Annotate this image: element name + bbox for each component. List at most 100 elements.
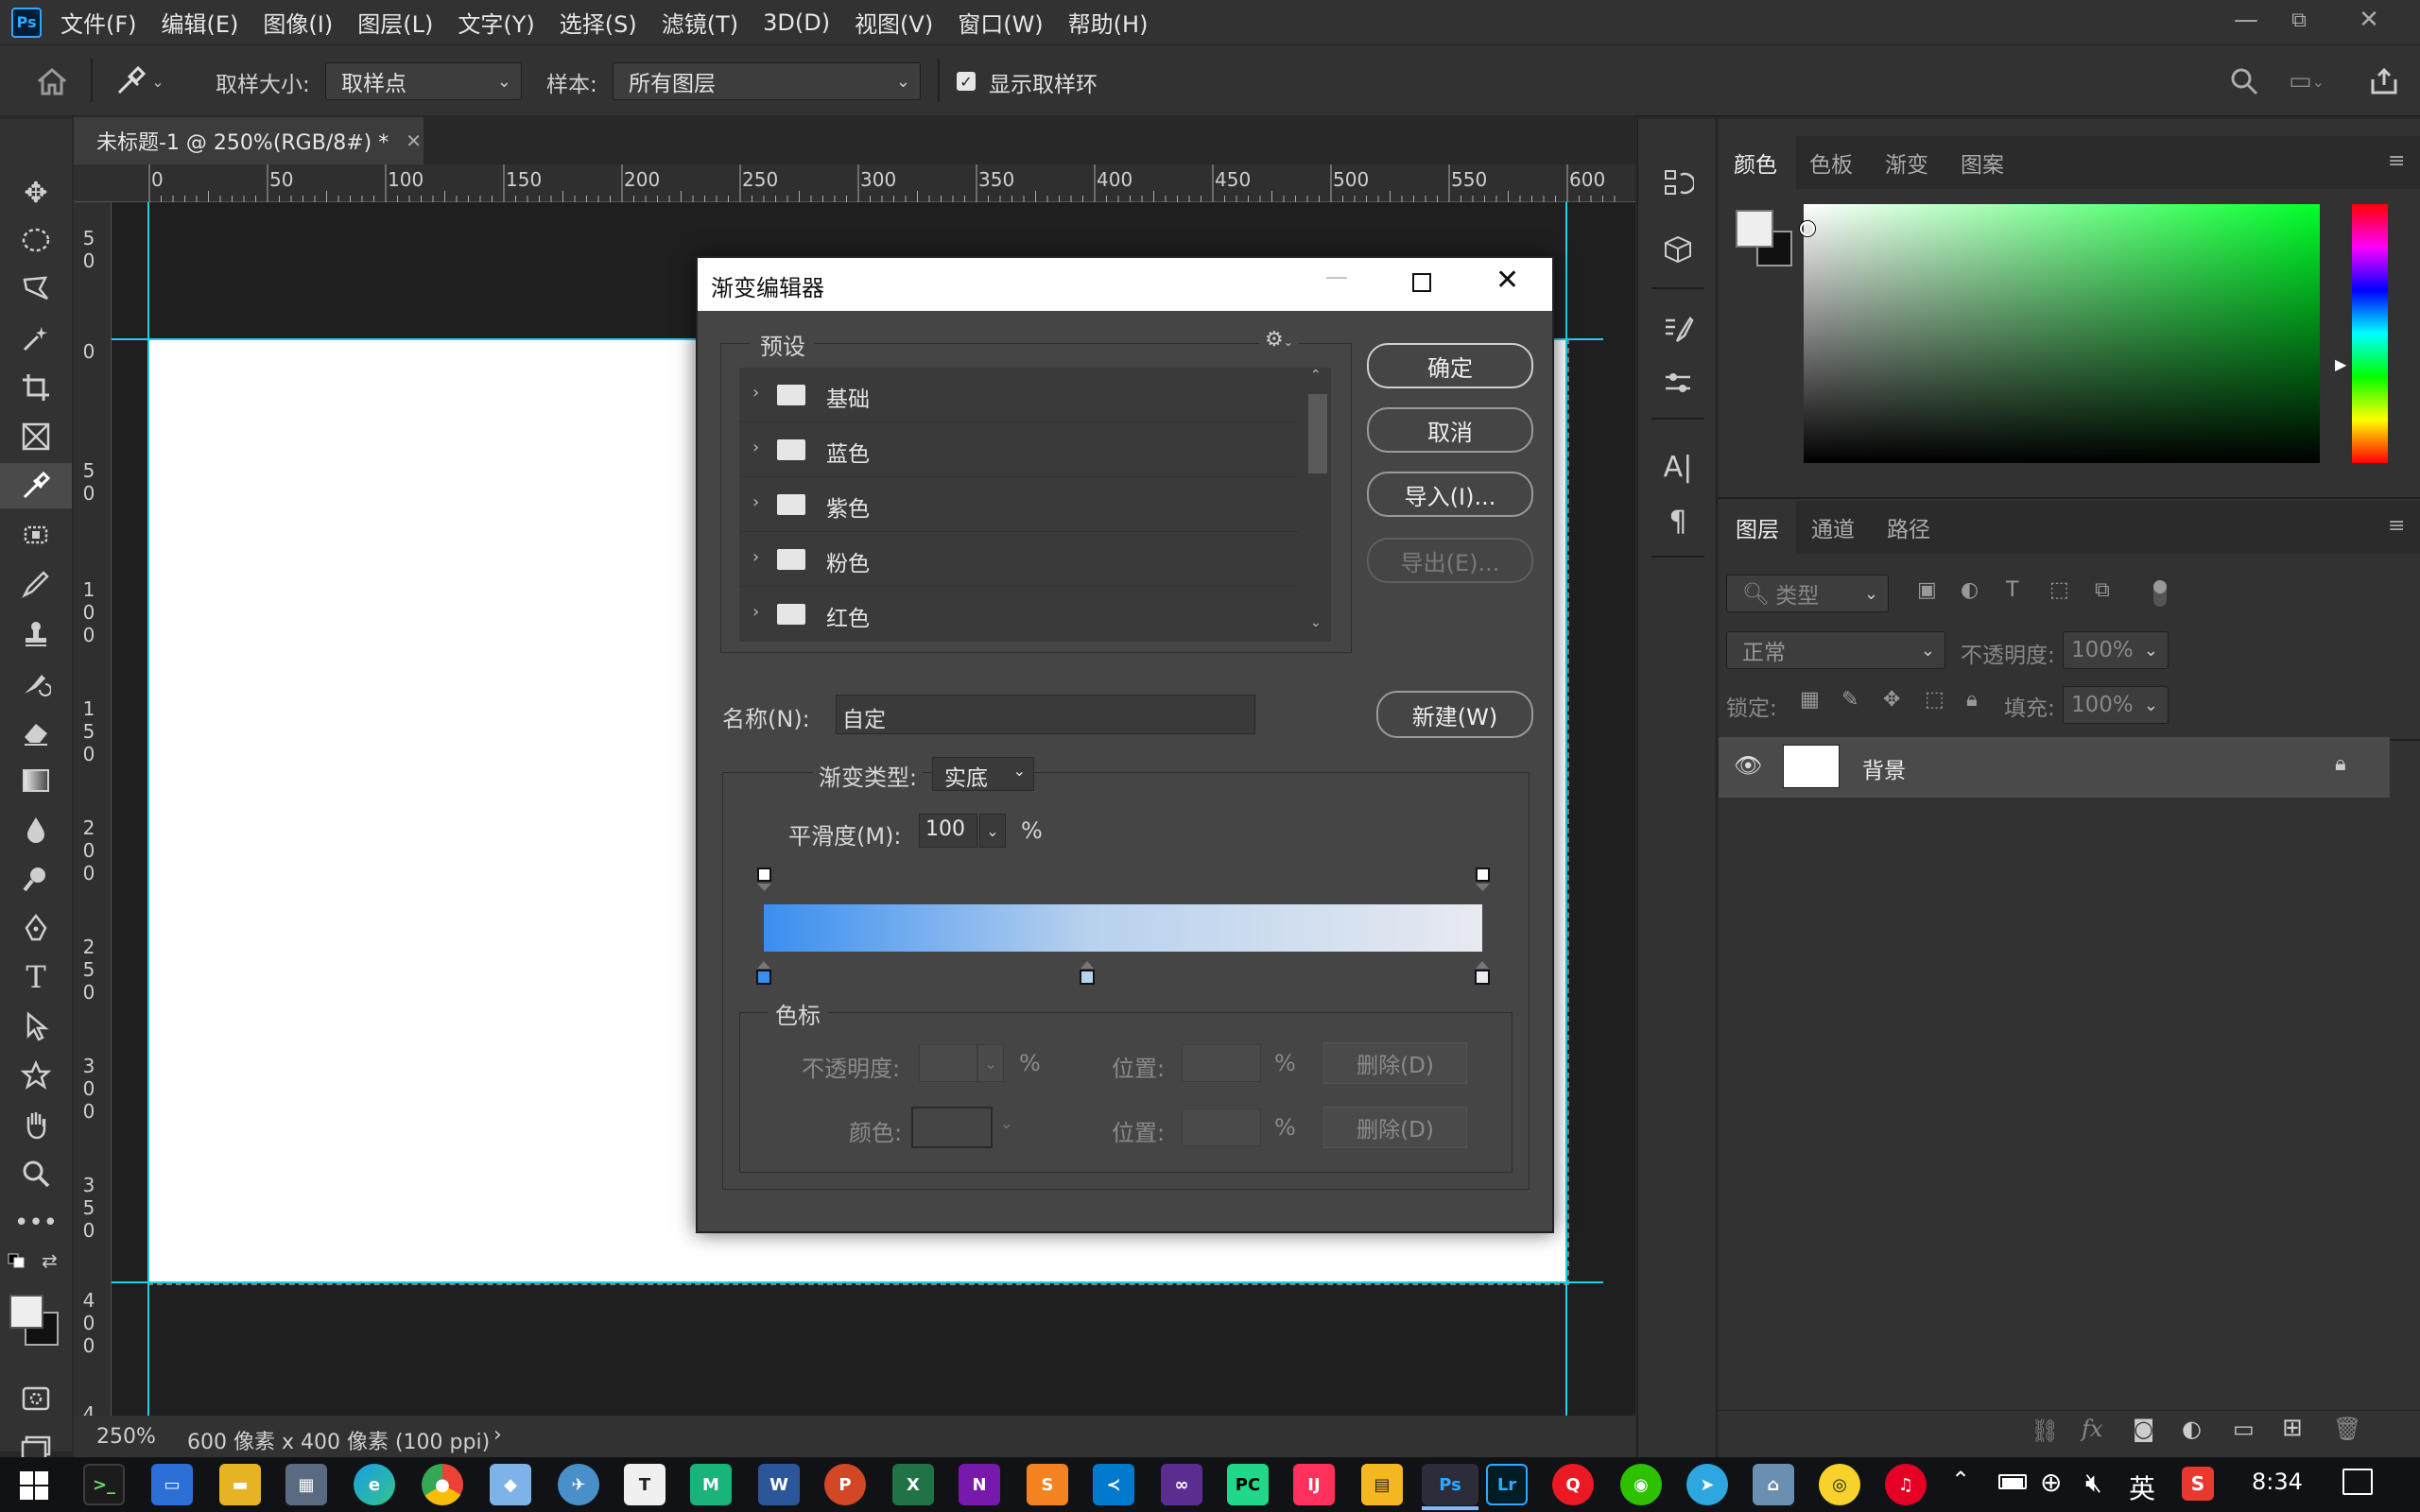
zoom-tool-icon[interactable] xyxy=(0,1151,72,1196)
file-explorer-app-icon[interactable]: ▬ xyxy=(219,1464,261,1505)
sample-size-select[interactable]: 取样点 ⌄ xyxy=(325,62,522,100)
smoothness-input[interactable]: 100 xyxy=(919,814,977,848)
panel-menu-icon[interactable]: ≡ xyxy=(2388,514,2405,538)
tab-gradients[interactable]: 渐变 xyxy=(1885,136,1928,189)
qq-app-icon[interactable]: Q xyxy=(1552,1464,1594,1505)
network-globe-icon[interactable]: ⊕ xyxy=(2040,1467,2062,1498)
tab-color[interactable]: 颜色 xyxy=(1734,136,1777,189)
chevron-right-icon[interactable]: › xyxy=(752,547,759,567)
tab-layers[interactable]: 图层 xyxy=(1736,501,1779,554)
quick-mask-icon[interactable] xyxy=(0,1376,72,1421)
history-panel-icon[interactable] xyxy=(1638,157,1718,210)
menu-filter[interactable]: 滤镜(T) xyxy=(662,6,738,39)
import-button[interactable]: 导入(I)... xyxy=(1367,472,1533,517)
add-mask-icon[interactable]: ◙ xyxy=(2133,1416,2154,1442)
swap-colors-icon[interactable]: ⇄ xyxy=(42,1249,58,1272)
preset-folder[interactable]: › 粉色 xyxy=(739,532,1299,587)
intellij-app-icon[interactable]: IJ xyxy=(1293,1464,1335,1505)
scroll-up-icon[interactable]: ⌃ xyxy=(1310,368,1322,383)
presets-list[interactable]: › 基础 › 蓝色 › 紫色 › 粉色 › 红色 ⌃ ⌄ xyxy=(739,368,1331,642)
path-selection-tool-icon[interactable] xyxy=(0,1004,72,1049)
lightroom-app-icon[interactable]: Lr xyxy=(1486,1464,1528,1505)
music-app-icon[interactable]: ♫ xyxy=(1885,1464,1927,1505)
cancel-button[interactable]: 取消 xyxy=(1367,407,1533,453)
store-app-icon[interactable]: ⌂ xyxy=(1753,1464,1794,1505)
battery-icon[interactable] xyxy=(1998,1474,2027,1489)
chrome-browser-app-icon[interactable]: ● xyxy=(422,1464,463,1505)
menu-3d[interactable]: 3D(D) xyxy=(763,9,830,36)
telegram-app-icon[interactable]: ➤ xyxy=(1686,1464,1728,1505)
custom-shape-tool-icon[interactable] xyxy=(0,1053,72,1098)
vscode-app-icon[interactable]: ≺ xyxy=(1093,1464,1134,1505)
history-brush-tool-icon[interactable] xyxy=(0,660,72,705)
menu-layer[interactable]: 图层(L) xyxy=(357,6,433,39)
gradient-preview-bar[interactable] xyxy=(764,904,1482,952)
opacity-stop-left[interactable] xyxy=(757,868,771,891)
blur-tool-icon[interactable] xyxy=(0,807,72,852)
share-icon[interactable] xyxy=(2363,60,2405,102)
tab-swatches[interactable]: 色板 xyxy=(1809,136,1853,189)
color-field[interactable] xyxy=(1804,204,2320,463)
color-stop[interactable] xyxy=(1080,961,1095,985)
lock-all-icon[interactable]: 🔒︎ xyxy=(1966,688,1978,712)
notification-center-icon[interactable] xyxy=(2342,1469,2373,1495)
volume-muted-icon[interactable]: 🔇︎ xyxy=(2085,1467,2102,1499)
remote-desktop-app-icon[interactable]: ▭ xyxy=(151,1464,193,1505)
tab-patterns[interactable]: 图案 xyxy=(1961,136,2004,189)
close-tab-icon[interactable]: ✕ xyxy=(406,129,422,152)
guide-line[interactable] xyxy=(147,202,149,1416)
menu-type[interactable]: 文字(Y) xyxy=(458,6,534,39)
new-layer-icon[interactable]: ⊞ xyxy=(2282,1414,2303,1442)
more-tools-icon[interactable]: ••• xyxy=(0,1200,72,1246)
dialog-close-icon[interactable]: ✕ xyxy=(1495,264,1519,297)
dodge-tool-icon[interactable] xyxy=(0,856,72,902)
color-picker-cursor[interactable] xyxy=(1800,221,1815,236)
preset-folder[interactable]: › 红色 xyxy=(739,587,1299,642)
menu-edit[interactable]: 编辑(E) xyxy=(162,6,239,39)
pycharm-app-icon[interactable]: PC xyxy=(1227,1464,1269,1505)
name-input[interactable]: 自定 xyxy=(836,695,1255,734)
notebook-app-icon[interactable]: ▤ xyxy=(1361,1464,1403,1505)
dialog-minimize-icon[interactable]: — xyxy=(1325,264,1348,290)
menu-help[interactable]: 帮助(H) xyxy=(1068,6,1149,39)
layer-row-background[interactable]: 👁︎ 背景 🔒︎ xyxy=(1719,737,2390,798)
dialog-title-bar[interactable]: 渐变编辑器 — ✕ xyxy=(698,258,1552,311)
new-button[interactable]: 新建(W) xyxy=(1376,691,1533,738)
chevron-right-icon[interactable]: › xyxy=(752,438,759,457)
menu-view[interactable]: 视图(V) xyxy=(855,6,933,39)
filter-shape-icon[interactable]: ⬚ xyxy=(2049,578,2069,602)
opacity-stop-right[interactable] xyxy=(1476,868,1490,891)
chevron-right-icon[interactable]: › xyxy=(752,383,759,403)
visual-studio-app-icon[interactable]: ∞ xyxy=(1161,1464,1202,1505)
eyedropper-tool-icon[interactable] xyxy=(0,463,72,508)
filter-type-icon[interactable]: T xyxy=(2006,578,2018,602)
color-stops-row[interactable] xyxy=(735,957,1511,1005)
notes-app-icon[interactable]: ◆ xyxy=(490,1464,531,1505)
scrollbar-thumb[interactable] xyxy=(1308,394,1327,473)
new-group-icon[interactable]: ▭ xyxy=(2233,1416,2255,1442)
frame-tool-icon[interactable] xyxy=(0,414,72,459)
gradient-tool-icon[interactable] xyxy=(0,758,72,803)
preset-folder[interactable]: › 紫色 xyxy=(739,477,1299,532)
crop-tool-icon[interactable] xyxy=(0,365,72,410)
filter-adjustment-icon[interactable]: ◐ xyxy=(1961,578,1979,602)
opacity-input[interactable]: 100% ⌄ xyxy=(2063,631,2169,669)
guide-line[interactable] xyxy=(1565,202,1567,1416)
calculator-app-icon[interactable]: ▦ xyxy=(285,1464,327,1505)
clone-stamp-tool-icon[interactable] xyxy=(0,610,72,656)
filter-smart-object-icon[interactable]: ⧉ xyxy=(2095,578,2110,602)
mindmap-app-icon[interactable]: M xyxy=(690,1464,732,1505)
lock-transparent-icon[interactable]: ▦ xyxy=(1800,688,1820,712)
dialog-maximize-icon[interactable] xyxy=(1412,273,1431,292)
fill-input[interactable]: 100% ⌄ xyxy=(2063,686,2169,724)
brush-settings-icon[interactable] xyxy=(1638,302,1718,355)
lock-position-icon[interactable]: ✥ xyxy=(1883,688,1900,712)
presets-scrollbar[interactable]: ⌃ ⌄ xyxy=(1306,368,1329,642)
presets-gear-icon[interactable]: ⚙⌄ xyxy=(1259,328,1299,352)
move-tool-icon[interactable]: ✥ xyxy=(0,170,72,215)
clock-time[interactable]: 8:34 xyxy=(2252,1469,2303,1495)
type-tool-icon[interactable]: T xyxy=(0,954,72,1000)
chevron-right-icon[interactable]: › xyxy=(752,492,759,512)
zoom-level[interactable]: 250% xyxy=(96,1425,156,1449)
terminal-app-icon[interactable]: >_ xyxy=(83,1464,125,1505)
